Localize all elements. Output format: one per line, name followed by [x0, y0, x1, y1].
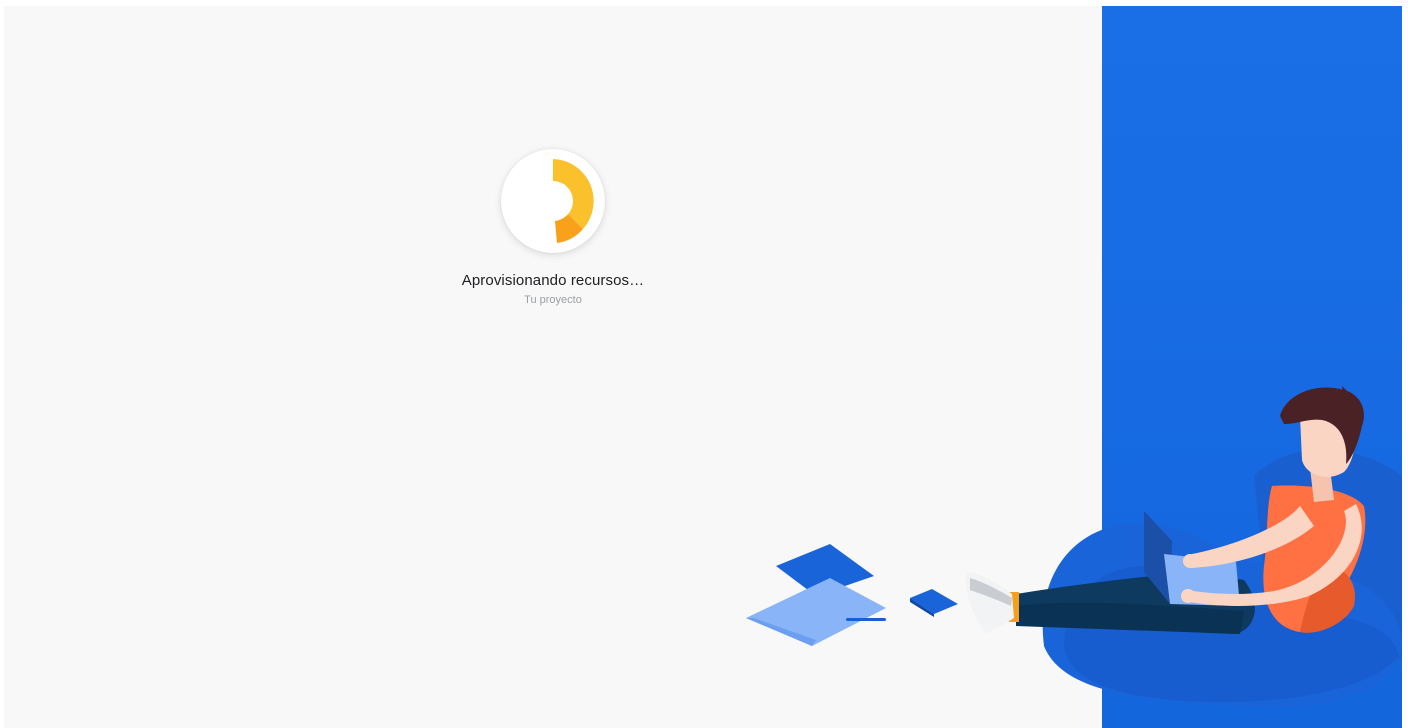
status-title: Aprovisionando recursos… — [461, 272, 645, 289]
status-subtitle: Tu proyecto — [524, 294, 582, 306]
decorative-blue-panel — [1102, 6, 1402, 728]
status-block: Aprovisionando recursos… Tu proyecto — [404, 272, 702, 308]
provisioning-screen: Aprovisionando recursos… Tu proyecto — [4, 6, 1402, 728]
loading-spinner — [501, 149, 605, 253]
progress-spinner-icon — [533, 159, 594, 243]
